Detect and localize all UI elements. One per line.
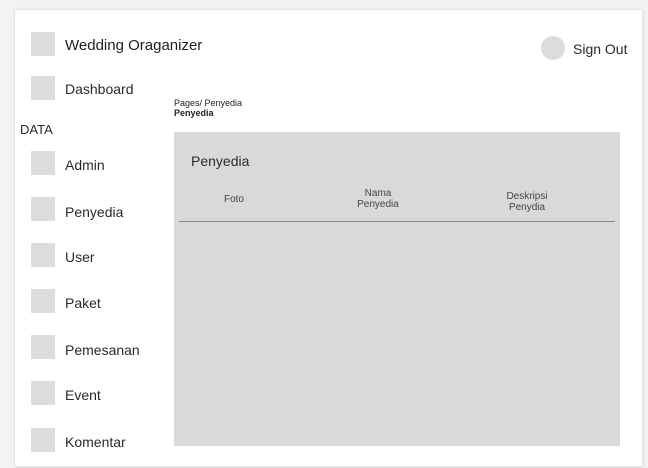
penyedia-table-panel: Penyedia Foto Nama Penyedia Deskripsi Pe…	[174, 132, 620, 446]
avatar-icon	[541, 36, 565, 60]
column-header-foto: Foto	[174, 194, 294, 205]
sidebar-item-admin[interactable]: Admin	[65, 156, 105, 174]
breadcrumb-path[interactable]: Pages/ Penyedia	[174, 98, 242, 108]
user-icon	[31, 243, 55, 267]
sidebar-section-label: DATA	[20, 122, 53, 137]
sidebar-item-event[interactable]: Event	[65, 386, 101, 404]
column-header-deskripsi-line1: Deskripsi	[506, 191, 548, 202]
sidebar-item-paket[interactable]: Paket	[65, 294, 101, 312]
column-header-foto-line1: Foto	[223, 194, 244, 205]
penyedia-icon	[31, 197, 55, 221]
dashboard-icon	[31, 76, 55, 100]
breadcrumb: Pages/ Penyedia Penyedia	[174, 98, 242, 118]
app-title: Wedding Oraganizer	[65, 37, 203, 54]
column-header-nama-penyedia: Nama Penyedia	[318, 188, 438, 210]
logo-icon	[31, 32, 55, 56]
sign-out-button[interactable]: Sign Out	[573, 40, 627, 58]
column-header-deskripsi-penydia: Deskripsi Penydia	[467, 191, 587, 213]
column-header-deskripsi-line2: Penydia	[508, 202, 546, 213]
column-header-nama-line2: Penyedia	[357, 199, 399, 210]
event-icon	[31, 381, 55, 405]
pemesanan-icon	[31, 335, 55, 359]
column-header-nama-line1: Nama	[364, 188, 392, 199]
komentar-icon	[31, 428, 55, 452]
sidebar-item-pemesanan[interactable]: Pemesanan	[65, 341, 140, 359]
sidebar-item-user[interactable]: User	[65, 248, 95, 266]
paket-icon	[31, 289, 55, 313]
app-window: Wedding Oraganizer Sign Out Dashboard DA…	[14, 9, 643, 467]
breadcrumb-current: Penyedia	[174, 108, 214, 118]
table-header-divider	[179, 221, 615, 222]
panel-title: Penyedia	[191, 153, 250, 169]
sidebar-item-penyedia[interactable]: Penyedia	[65, 203, 123, 221]
sidebar-item-komentar[interactable]: Komentar	[65, 433, 126, 451]
sidebar-item-dashboard[interactable]: Dashboard	[65, 80, 134, 98]
admin-icon	[31, 151, 55, 175]
